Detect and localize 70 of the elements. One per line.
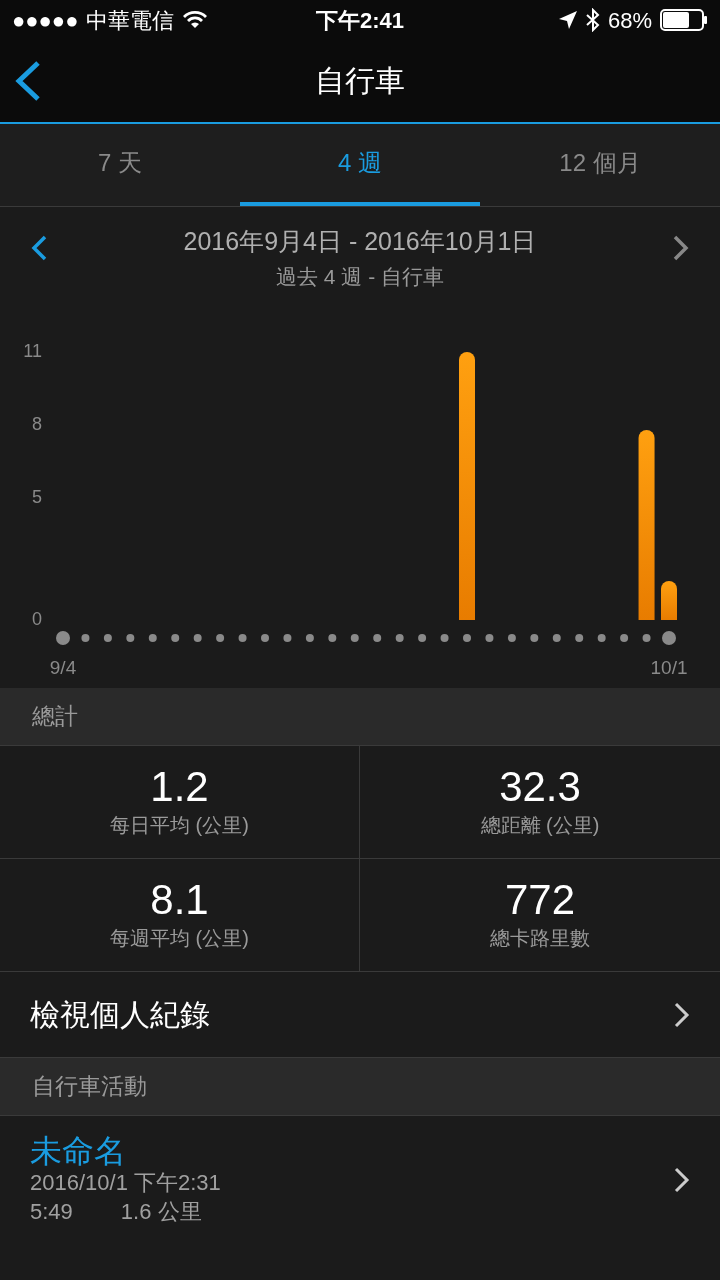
- x-axis-label: 10/1: [650, 657, 688, 678]
- records-label: 檢視個人紀錄: [30, 997, 210, 1033]
- day-dot: [283, 634, 292, 642]
- day-dot: [261, 634, 269, 642]
- stat-value: 1.2: [150, 763, 209, 811]
- location-arrow-icon: [557, 10, 578, 30]
- activity-title: 未命名: [30, 1133, 127, 1169]
- day-dot: [373, 634, 382, 642]
- day-dot: [56, 631, 70, 645]
- clock-time: 下午2:41: [315, 7, 404, 33]
- day-dot: [328, 634, 337, 642]
- wifi-icon: [182, 10, 209, 30]
- date-range: 2016年9月4日 - 2016年10月1日: [183, 226, 537, 257]
- day-dot: [103, 634, 112, 642]
- day-dot: [395, 634, 404, 642]
- day-dot: [171, 634, 180, 642]
- day-dot: [507, 634, 516, 642]
- day-dot: [193, 634, 202, 642]
- signal-dots: ●●●●●: [12, 6, 79, 35]
- day-dot: [575, 634, 584, 642]
- day-dot: [463, 634, 471, 642]
- day-dot: [238, 634, 247, 642]
- day-dot: [642, 634, 651, 642]
- day-dot: [440, 634, 449, 642]
- period-tab[interactable]: 12 個月: [480, 124, 720, 206]
- stat-label: 總距離 (公里): [480, 813, 600, 839]
- day-dot: [148, 634, 157, 642]
- y-tick-label: 0: [32, 608, 42, 629]
- activity-row[interactable]: 未命名 2016/10/1 下午2:31 5:49 1.6 公里: [0, 1116, 720, 1244]
- stat-value: 772: [504, 876, 576, 924]
- stat-label: 總卡路里數: [490, 926, 590, 952]
- period-tab[interactable]: 7 天: [0, 124, 240, 206]
- y-tick-label: 11: [23, 340, 42, 361]
- next-icon[interactable]: [673, 235, 689, 261]
- day-dot: [485, 634, 494, 642]
- stat-label: 每週平均 (公里): [110, 926, 249, 952]
- y-tick-label: 5: [32, 486, 42, 507]
- previous-icon[interactable]: [31, 235, 47, 261]
- bar: [661, 581, 677, 620]
- screen-title: 自行車: [315, 63, 405, 99]
- day-dot: [350, 634, 359, 642]
- day-dot: [552, 634, 561, 642]
- back-icon[interactable]: [14, 60, 42, 102]
- section-header: 自行車活動: [0, 1058, 720, 1116]
- section-header: 總計: [0, 688, 720, 746]
- stat-label: 每日平均 (公里): [110, 813, 249, 839]
- day-dot: [597, 634, 606, 642]
- bluetooth-icon: [585, 8, 600, 32]
- carrier-name: 中華電信: [86, 6, 175, 35]
- day-dot: [530, 634, 539, 642]
- battery-icon: [660, 9, 708, 31]
- day-dot: [620, 634, 629, 642]
- stat-value: 8.1: [150, 876, 209, 924]
- y-tick-label: 8: [32, 413, 42, 434]
- stat-value: 32.3: [499, 763, 581, 811]
- day-dot: [305, 634, 314, 642]
- chevron-icon: [674, 1167, 690, 1193]
- chevron-icon: [674, 1001, 690, 1028]
- battery-percent: 68%: [607, 6, 652, 35]
- activity-duration: 5:49: [30, 1197, 73, 1226]
- period-subtitle: 過去 4 週 - 自行車: [276, 263, 444, 290]
- activity-distance: 1.6 公里: [120, 1197, 202, 1226]
- day-dot: [81, 634, 90, 642]
- activity-datetime: 2016/10/1 下午2:31: [30, 1169, 221, 1197]
- day-dot: [216, 634, 225, 642]
- day-dot: [418, 634, 427, 642]
- period-tab[interactable]: 4 週: [240, 124, 480, 206]
- x-axis-label: 9/4: [49, 657, 77, 678]
- day-dot: [662, 631, 676, 645]
- day-dot: [126, 634, 135, 642]
